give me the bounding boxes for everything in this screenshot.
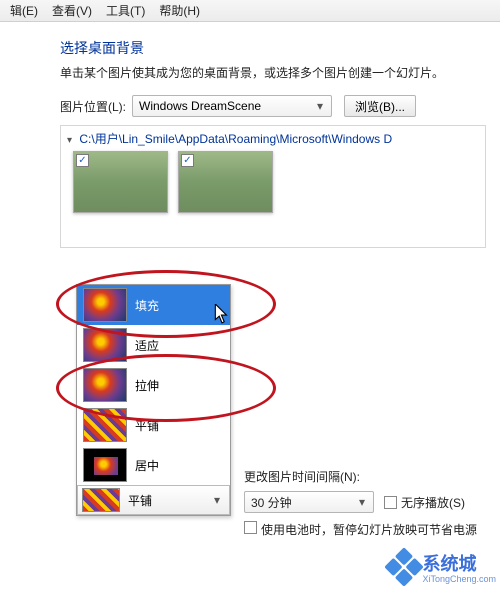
path-text: C:\用户\Lin_Smile\AppData\Roaming\Microsof… (79, 132, 392, 146)
position-option-fill[interactable]: 填充 (77, 285, 230, 325)
shuffle-checkbox[interactable] (384, 496, 397, 509)
location-label: 图片位置(L): (60, 98, 126, 115)
swatch-icon (83, 368, 127, 402)
page-subtitle: 单击某个图片使其成为您的桌面背景，或选择多个图片创建一个幻灯片。 (60, 64, 486, 81)
thumb-checkbox[interactable]: ✓ (181, 154, 194, 167)
option-label: 适应 (135, 337, 159, 354)
triangle-icon: ▾ (67, 135, 72, 146)
chevron-down-icon: ▾ (209, 492, 225, 508)
chevron-down-icon: ▾ (313, 99, 327, 113)
chevron-down-icon: ▾ (355, 495, 369, 509)
menu-tools[interactable]: 工具(T) (106, 2, 145, 19)
swatch-icon (82, 488, 120, 512)
swatch-icon (83, 288, 127, 322)
page-title: 选择桌面背景 (60, 38, 486, 58)
shuffle-label: 无序播放(S) (401, 496, 465, 510)
interval-value: 30 分钟 (251, 494, 292, 511)
logo-icon (385, 547, 425, 587)
swatch-icon (83, 448, 127, 482)
wallpaper-thumb[interactable]: ✓ (73, 151, 168, 213)
shuffle-checkbox-row[interactable]: 无序播放(S) (384, 494, 465, 511)
location-combo[interactable]: Windows DreamScene ▾ (132, 95, 332, 117)
position-selected-label: 平铺 (128, 492, 152, 509)
option-label: 填充 (135, 297, 159, 314)
watermark: 系统城 XiTongCheng.com (390, 550, 496, 584)
menu-edit[interactable]: 辑(E) (10, 2, 38, 19)
position-option-stretch[interactable]: 拉伸 (77, 365, 230, 405)
brand-subtext: XiTongCheng.com (422, 574, 496, 584)
path-row[interactable]: ▾ C:\用户\Lin_Smile\AppData\Roaming\Micros… (67, 130, 479, 147)
battery-checkbox[interactable] (244, 521, 257, 534)
position-select[interactable]: 平铺 ▾ (77, 485, 230, 515)
swatch-icon (83, 408, 127, 442)
brand-text: 系统城 (422, 550, 496, 576)
battery-label: 使用电池时，暂停幻灯片放映可节省电源 (261, 521, 477, 538)
menubar: 辑(E) 查看(V) 工具(T) 帮助(H) (0, 0, 500, 22)
wallpaper-thumb[interactable]: ✓ (178, 151, 273, 213)
position-option-tile[interactable]: 平铺 (77, 405, 230, 445)
position-dropdown: 填充 适应 拉伸 平铺 居中 平铺 ▾ (76, 284, 231, 516)
browse-button[interactable]: 浏览(B)... (344, 95, 416, 117)
location-value: Windows DreamScene (139, 99, 261, 113)
menu-view[interactable]: 查看(V) (52, 2, 92, 19)
option-label: 平铺 (135, 417, 159, 434)
interval-combo[interactable]: 30 分钟 ▾ (244, 491, 374, 513)
option-label: 拉伸 (135, 377, 159, 394)
position-option-center[interactable]: 居中 (77, 445, 230, 485)
menu-help[interactable]: 帮助(H) (159, 2, 200, 19)
option-label: 居中 (135, 457, 159, 474)
position-option-fit[interactable]: 适应 (77, 325, 230, 365)
interval-label: 更改图片时间间隔(N): (244, 468, 477, 485)
swatch-icon (83, 328, 127, 362)
thumb-checkbox[interactable]: ✓ (76, 154, 89, 167)
